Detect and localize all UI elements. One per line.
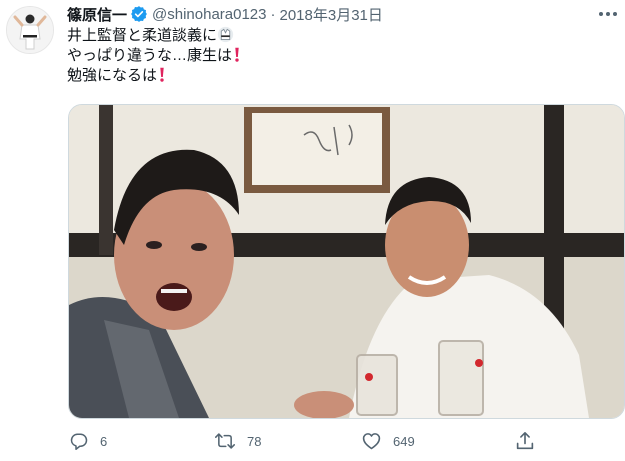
retweet-button[interactable]: 78	[215, 428, 261, 454]
exclamation-icon	[232, 46, 242, 69]
avatar[interactable]	[6, 6, 54, 54]
exclamation-icon	[157, 66, 167, 89]
author-name[interactable]: 篠原信一	[67, 4, 127, 25]
reply-icon	[70, 433, 88, 450]
tweet-actions: 6 78 649	[0, 428, 625, 454]
more-icon[interactable]	[596, 5, 620, 23]
photo-image	[69, 105, 624, 418]
tweet-line: 井上監督と柔道談義に	[67, 26, 242, 46]
tweet-line-text: やっぱり違うな…康生は	[67, 47, 233, 64]
tweet-line: 勉強になるは	[67, 66, 242, 86]
share-icon	[516, 432, 534, 450]
like-count: 649	[393, 433, 415, 449]
reply-count: 6	[100, 433, 108, 449]
tweet-header: 篠原信一 @shinohara0123 · 2018年3月31日	[67, 4, 383, 24]
tweet-date[interactable]: 2018年3月31日	[280, 4, 383, 25]
like-button[interactable]: 649	[362, 428, 415, 454]
separator-dot: ·	[270, 5, 276, 23]
author-handle[interactable]: @shinohara0123	[152, 6, 266, 23]
retweet-count: 78	[247, 433, 262, 449]
tweet-text: 井上監督と柔道談義に やっぱり違うな…康生は 勉強になるは	[67, 26, 242, 86]
verified-badge-icon	[130, 5, 148, 23]
tweet-photo[interactable]	[68, 104, 625, 419]
retweet-icon	[215, 433, 235, 449]
tweet: 篠原信一 @shinohara0123 · 2018年3月31日 井上監督と柔道…	[0, 0, 625, 461]
tweet-line: やっぱり違うな…康生は	[67, 46, 242, 66]
avatar-figure	[7, 7, 53, 53]
share-button[interactable]	[516, 428, 546, 454]
tweet-line-text: 井上監督と柔道談義に	[67, 27, 218, 44]
like-icon	[362, 433, 381, 450]
reply-button[interactable]: 6	[70, 428, 107, 454]
tweet-line-text: 勉強になるは	[67, 67, 158, 84]
